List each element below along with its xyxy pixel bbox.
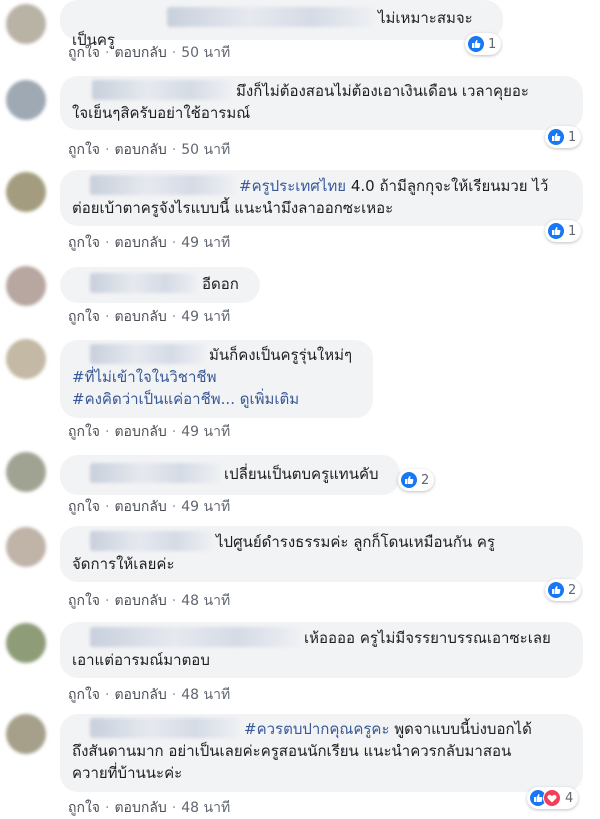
timestamp[interactable]: 48 นาที [181, 687, 230, 703]
avatar[interactable] [6, 623, 46, 663]
author-name-blurred[interactable] [167, 7, 374, 27]
timestamp[interactable]: 50 นาที [181, 45, 230, 61]
comment-bubble: อีดอก [60, 267, 260, 303]
comment-text-line2: ใจเย็นๆสิครับอย่าใช้อารมณ์ [72, 104, 251, 122]
reply-link[interactable]: ตอบกลับ [114, 235, 166, 251]
reaction-count[interactable]: 2 [398, 469, 435, 491]
author-name-blurred[interactable] [92, 80, 232, 100]
avatar[interactable] [6, 339, 46, 379]
comment-text-line2: เอาแต่อารมณ์มาตอบ [72, 651, 210, 669]
reply-link[interactable]: ตอบกลับ [114, 45, 166, 61]
thumbs-up-icon [548, 129, 564, 145]
author-name-blurred[interactable] [90, 344, 205, 364]
comment-text-line2: ถึงสันดานมาก อย่าเป็นเลยค่ะครูสอนนักเรีย… [72, 742, 512, 760]
reply-link[interactable]: ตอบกลับ [114, 687, 166, 703]
comment-bubble: ไม่เหมาะสมจะเป็นครู [60, 0, 503, 49]
timestamp[interactable]: 49 นาที [181, 499, 230, 515]
author-name-blurred[interactable] [90, 531, 212, 551]
author-name-blurred[interactable] [90, 463, 220, 483]
comment-text-line1: มึงก็ไม่ต้องสอนไม่ต้องเอาเงินเดือน เวลาค… [236, 82, 529, 100]
comment-bubble: ไปศูนย์ดำรงธรรมค่ะ ลูกก็โดนเหมือนกัน ครู… [60, 526, 583, 582]
reaction-count[interactable]: 1 [545, 220, 582, 242]
comment-text-line1: พูดจาแบบนี้บ่งบอกได้ [389, 720, 532, 738]
thumbs-up-icon [401, 472, 417, 488]
avatar[interactable] [6, 172, 46, 212]
timestamp[interactable]: 49 นาที [181, 424, 230, 440]
comment-text-line3: ควายที่บ้านนะค่ะ [72, 764, 183, 782]
comment-text-line1: ไปศูนย์ดำรงธรรมค่ะ ลูกก็โดนเหมือนกัน ครู [216, 533, 495, 551]
author-name-blurred[interactable] [90, 627, 300, 647]
hashtag-link[interactable]: #ที่ไม่เข้าใจในวิชาชีพ [72, 366, 361, 388]
comment-text-line1: เห้ออออ ครูไม่มีจรรยาบรรณเอาซะเลย [304, 629, 551, 647]
comment-actions: ถูกใจ · ตอบกลับ · 49 นาที [68, 499, 231, 515]
comment-text-line1: 4.0 ถ้ามีลูกกุจะให้เรียนมวย ไว้ [346, 177, 549, 195]
reply-link[interactable]: ตอบกลับ [114, 593, 166, 609]
like-link[interactable]: ถูกใจ [68, 309, 100, 325]
thumbs-up-icon [548, 582, 564, 598]
heart-icon [543, 789, 561, 807]
thumbs-up-icon [468, 36, 484, 52]
comment-actions: ถูกใจ · ตอบกลับ · 50 นาที [68, 142, 231, 158]
comment-text: เปลี่ยนเป็นตบครูแทนคับ [224, 465, 379, 483]
like-link[interactable]: ถูกใจ [68, 235, 100, 251]
reaction-count[interactable]: 2 [545, 579, 582, 601]
avatar[interactable] [6, 266, 46, 306]
avatar[interactable] [6, 4, 46, 44]
reaction-count[interactable]: 1 [545, 126, 582, 148]
comment-bubble: #ครูประเทศไทย 4.0 ถ้ามีลูกกุจะให้เรียนมว… [60, 170, 583, 226]
comment-bubble: มันก็คงเป็นครูรุ่นใหม่ๆ #ที่ไม่เข้าใจในว… [60, 340, 373, 418]
timestamp[interactable]: 50 นาที [181, 142, 230, 158]
author-name-blurred[interactable] [90, 175, 235, 195]
comment-actions: ถูกใจ · ตอบกลับ · 50 นาที [68, 45, 231, 61]
timestamp[interactable]: 48 นาที [181, 800, 230, 816]
reply-link[interactable]: ตอบกลับ [114, 800, 166, 816]
avatar[interactable] [6, 527, 46, 567]
hashtag-link[interactable]: #คงคิดว่าเป็นแค่อาชีพ... [72, 390, 235, 408]
comment-bubble: เห้ออออ ครูไม่มีจรรยาบรรณเอาซะเลย เอาแต่… [60, 622, 583, 678]
comment-actions: ถูกใจ · ตอบกลับ · 48 นาที [68, 687, 231, 703]
comment-actions: ถูกใจ · ตอบกลับ · 49 นาที [68, 235, 231, 251]
like-link[interactable]: ถูกใจ [68, 424, 100, 440]
hashtag-link[interactable]: #ครูประเทศไทย [239, 177, 346, 195]
reply-link[interactable]: ตอบกลับ [114, 142, 166, 158]
like-link[interactable]: ถูกใจ [68, 687, 100, 703]
timestamp[interactable]: 48 นาที [181, 593, 230, 609]
avatar[interactable] [6, 714, 46, 754]
reaction-count[interactable]: 4 [527, 787, 579, 809]
comment-actions: ถูกใจ · ตอบกลับ · 49 นาที [68, 424, 231, 440]
reply-link[interactable]: ตอบกลับ [114, 309, 166, 325]
see-more-link[interactable]: ดูเพิ่มเติม [240, 390, 299, 408]
reply-link[interactable]: ตอบกลับ [114, 499, 166, 515]
comment-bubble: เปลี่ยนเป็นตบครูแทนคับ [60, 455, 400, 495]
thumbs-up-icon [548, 223, 564, 239]
timestamp[interactable]: 49 นาที [181, 235, 230, 251]
like-link[interactable]: ถูกใจ [68, 142, 100, 158]
reply-link[interactable]: ตอบกลับ [114, 424, 166, 440]
comment-text-line2: จัดการให้เลยค่ะ [72, 555, 175, 573]
like-link[interactable]: ถูกใจ [68, 593, 100, 609]
comment-text: อีดอก [202, 275, 239, 293]
comment-actions: ถูกใจ · ตอบกลับ · 49 นาที [68, 309, 231, 325]
like-link[interactable]: ถูกใจ [68, 800, 100, 816]
reaction-count[interactable]: 1 [465, 33, 502, 55]
comment-bubble: #ควรตบปากคุณครูคะ พูดจาแบบนี้บ่งบอกได้ ถ… [60, 714, 583, 792]
avatar[interactable] [6, 452, 46, 492]
comment-bubble: มึงก็ไม่ต้องสอนไม่ต้องเอาเงินเดือน เวลาค… [60, 76, 583, 130]
comment-text: มันก็คงเป็นครูรุ่นใหม่ๆ [209, 346, 353, 364]
hashtag-link[interactable]: #ควรตบปากคุณครูคะ [244, 720, 390, 738]
author-name-blurred[interactable] [90, 273, 198, 293]
timestamp[interactable]: 49 นาที [181, 309, 230, 325]
comment-actions: ถูกใจ · ตอบกลับ · 48 นาที [68, 593, 231, 609]
author-name-blurred[interactable] [90, 718, 240, 738]
comment-text-line2: ต่อยเบ้าตาครูจังไรแบบนี้ แนะนำมึงลาออกซะ… [72, 199, 394, 217]
like-link[interactable]: ถูกใจ [68, 45, 100, 61]
comment-actions: ถูกใจ · ตอบกลับ · 48 นาที [68, 800, 231, 816]
like-link[interactable]: ถูกใจ [68, 499, 100, 515]
avatar[interactable] [6, 80, 46, 120]
